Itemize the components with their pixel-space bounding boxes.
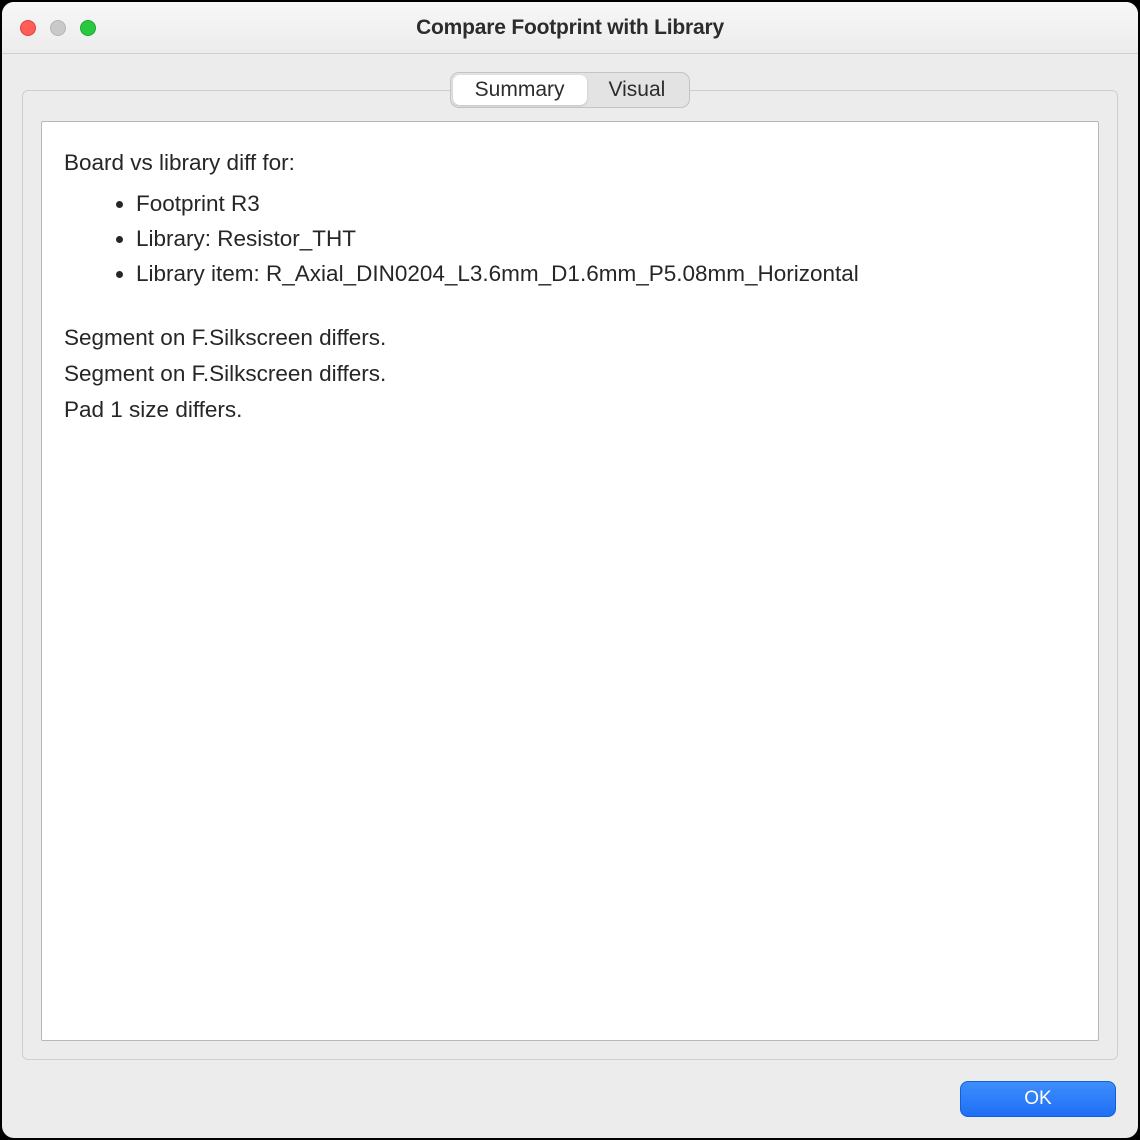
- list-item: Library item: R_Axial_DIN0204_L3.6mm_D1.…: [136, 257, 1076, 292]
- tab-bar: Summary Visual: [450, 72, 691, 108]
- dialog-body: Summary Visual Board vs library diff for…: [2, 54, 1138, 1060]
- tab-summary[interactable]: Summary: [453, 75, 587, 105]
- tab-visual[interactable]: Visual: [587, 75, 688, 105]
- diff-line: Segment on F.Silkscreen differs.: [64, 320, 1076, 356]
- diff-line: Segment on F.Silkscreen differs.: [64, 356, 1076, 392]
- summary-text-area[interactable]: Board vs library diff for: Footprint R3 …: [41, 121, 1099, 1041]
- diff-heading: Board vs library diff for:: [64, 146, 1076, 181]
- dialog-window: Compare Footprint with Library Summary V…: [2, 2, 1138, 1138]
- close-icon[interactable]: [20, 20, 36, 36]
- diff-context-list: Footprint R3 Library: Resistor_THT Libra…: [64, 187, 1076, 292]
- window-controls: [20, 20, 96, 36]
- diff-lines: Segment on F.Silkscreen differs. Segment…: [64, 320, 1076, 428]
- list-item: Library: Resistor_THT: [136, 222, 1076, 257]
- titlebar: Compare Footprint with Library: [2, 2, 1138, 54]
- list-item: Footprint R3: [136, 187, 1076, 222]
- ok-button[interactable]: OK: [960, 1081, 1116, 1117]
- content-frame: Board vs library diff for: Footprint R3 …: [22, 90, 1118, 1060]
- minimize-icon: [50, 20, 66, 36]
- zoom-icon[interactable]: [80, 20, 96, 36]
- diff-line: Pad 1 size differs.: [64, 392, 1076, 428]
- dialog-footer: OK: [2, 1060, 1138, 1138]
- window-title: Compare Footprint with Library: [2, 16, 1138, 40]
